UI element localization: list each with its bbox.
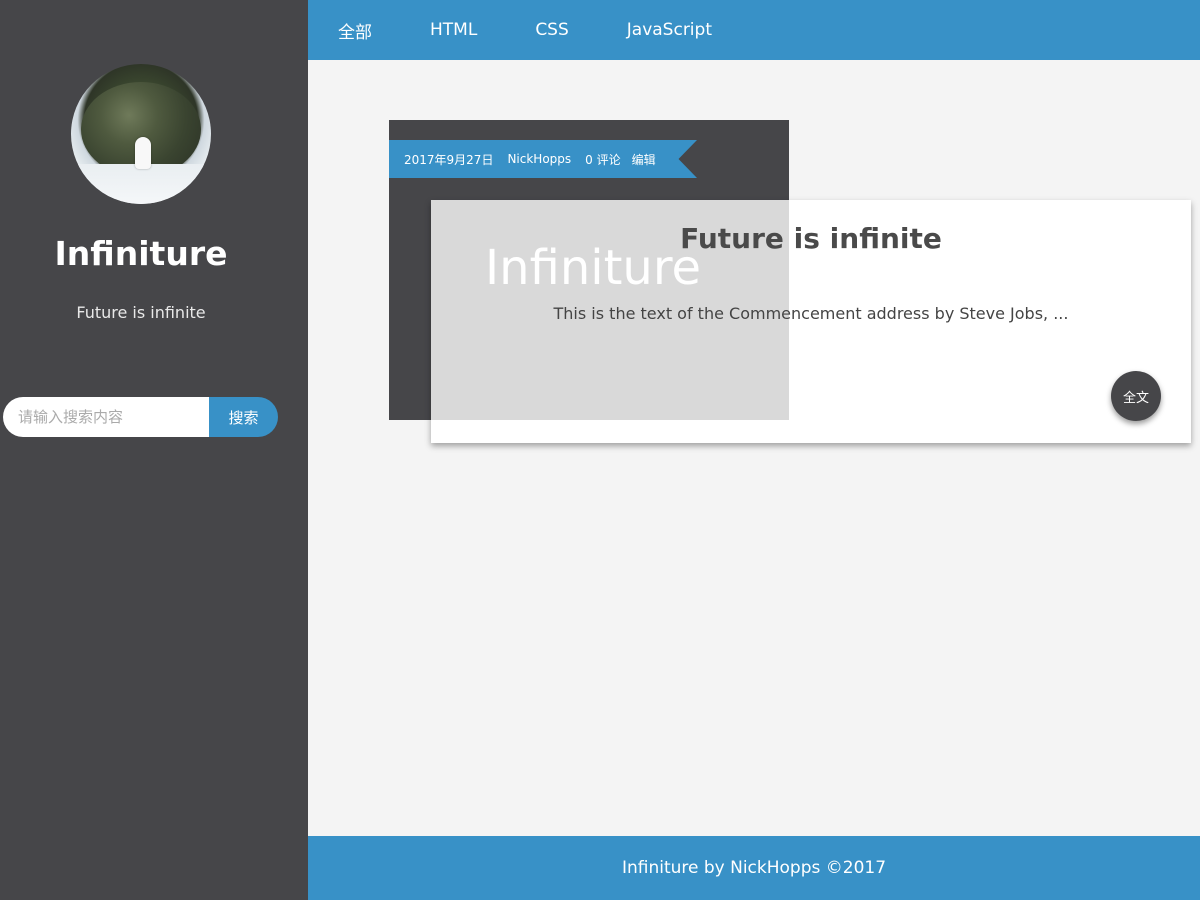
- nav-item-css[interactable]: CSS: [535, 20, 568, 40]
- top-nav: 全部 HTML CSS JavaScript: [308, 0, 1200, 60]
- search-form: 搜索: [3, 397, 278, 437]
- nav-item-all[interactable]: 全部: [338, 18, 372, 43]
- read-more-button[interactable]: 全文: [1111, 371, 1161, 421]
- avatar: [71, 64, 211, 204]
- search-button[interactable]: 搜索: [209, 397, 278, 437]
- footer-text: Infiniture by NickHopps ©2017: [621, 858, 887, 878]
- avatar-snow-image: [71, 164, 211, 204]
- search-input[interactable]: [3, 397, 209, 437]
- sidebar: Infiniture Future is infinite 搜索: [0, 0, 308, 900]
- post-meta-ribbon: 2017年9月27日 NickHopps 0 评论 编辑: [389, 140, 697, 178]
- post-title[interactable]: Future is infinite: [431, 222, 1191, 255]
- post-edit-link[interactable]: 编辑: [632, 151, 656, 168]
- nav-item-javascript[interactable]: JavaScript: [627, 20, 712, 40]
- post-comment-count[interactable]: 0 评论: [585, 151, 620, 168]
- footer: Infiniture by NickHopps ©2017: [308, 836, 1200, 900]
- nav-item-html[interactable]: HTML: [430, 20, 477, 40]
- post-author[interactable]: NickHopps: [507, 152, 571, 166]
- post-excerpt: This is the text of the Commencement add…: [553, 304, 1069, 323]
- post-date: 2017年9月27日: [404, 152, 494, 167]
- blog-title[interactable]: Infiniture: [0, 234, 282, 273]
- blog-subtitle: Future is infinite: [76, 303, 206, 322]
- avatar-ermine-image: [135, 137, 151, 169]
